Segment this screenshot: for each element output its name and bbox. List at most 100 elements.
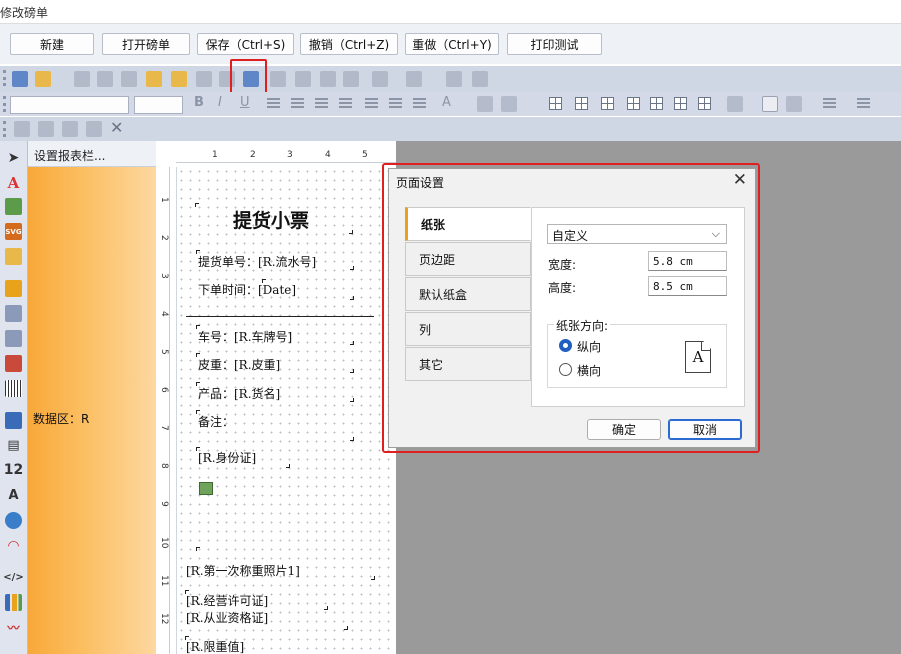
sparkline-icon[interactable]: 〰	[5, 619, 22, 636]
field-weight-limit[interactable]: [R.限重值]	[186, 638, 244, 654]
map-globe-icon[interactable]	[5, 512, 22, 529]
bold-icon[interactable]: B	[194, 95, 204, 110]
select-arrow-icon[interactable]: ➤	[5, 149, 22, 166]
align-center-icon[interactable]	[291, 98, 304, 109]
checkbox-object-icon[interactable]	[5, 412, 22, 429]
print-preview-icon[interactable]	[121, 71, 137, 87]
calendar-object-icon[interactable]	[5, 355, 22, 372]
height-input[interactable]: 8.5 cm	[648, 276, 727, 296]
toolbar-grip[interactable]	[3, 96, 6, 112]
cross-tab-icon[interactable]	[5, 330, 22, 347]
paper-size-select[interactable]: 自定义 ⌵	[547, 224, 727, 244]
pointer-icon[interactable]	[14, 121, 30, 137]
border-right-icon[interactable]	[650, 97, 663, 110]
field-order-no[interactable]: 提货单号：[R.流水号]	[198, 253, 316, 270]
close-icon[interactable]: ✕	[733, 170, 747, 190]
ungroup-icon[interactable]	[472, 71, 488, 87]
border-shadow-icon[interactable]	[698, 97, 711, 110]
border-all-icon[interactable]	[549, 97, 562, 110]
landscape-label[interactable]: 横向	[577, 362, 601, 379]
cancel-button[interactable]: 取消	[668, 419, 742, 440]
undo-arrow-icon[interactable]	[372, 71, 388, 87]
print-test-button[interactable]: 打印测试	[507, 33, 602, 55]
tab-paper-tray[interactable]: 默认纸盒	[405, 277, 531, 311]
copy-page-icon[interactable]	[196, 71, 212, 87]
field-order-time[interactable]: 下单时间：[Date]	[198, 281, 296, 298]
copy-icon[interactable]	[295, 71, 311, 87]
redo-button[interactable]: 重做（Ctrl+Y)	[405, 33, 499, 55]
arrow-line-icon[interactable]	[86, 121, 102, 137]
underline-icon[interactable]: U	[240, 95, 250, 110]
new-page-icon[interactable]	[146, 71, 162, 87]
open-folder-icon[interactable]	[35, 71, 51, 87]
save-disk-icon[interactable]	[74, 71, 90, 87]
font-name-select[interactable]	[10, 96, 129, 114]
report-title[interactable]: 提货小票	[233, 206, 309, 233]
tab-other[interactable]: 其它	[405, 347, 531, 381]
border-bottom-icon[interactable]	[601, 97, 614, 110]
tab-columns[interactable]: 列	[405, 312, 531, 346]
highlight-icon[interactable]	[477, 96, 493, 112]
field-business-license[interactable]: [R.经营许可证]	[186, 592, 268, 609]
fill-color-icon[interactable]	[727, 96, 743, 112]
field-remark[interactable]: 备注：	[198, 413, 234, 430]
line-tool-icon[interactable]	[38, 121, 54, 137]
frame-icon[interactable]	[762, 96, 778, 112]
field-weigh-photo[interactable]: [R.第一次称重照片1]	[186, 562, 300, 579]
shape-object-icon[interactable]	[5, 248, 22, 265]
rotate-icon[interactable]	[501, 96, 517, 112]
font-color-icon[interactable]: A	[442, 95, 451, 110]
number-object-icon[interactable]: 12	[4, 461, 23, 478]
barcode-icon[interactable]	[5, 380, 22, 397]
valign-top-icon[interactable]	[365, 98, 378, 109]
field-tare[interactable]: 皮重：[R.皮重]	[198, 356, 280, 373]
group-icon[interactable]	[446, 71, 462, 87]
italic-icon[interactable]: I	[218, 95, 222, 110]
border-top-icon[interactable]	[575, 97, 588, 110]
picture-placeholder-icon[interactable]	[199, 482, 213, 495]
format-painter-icon[interactable]	[343, 71, 359, 87]
add-band-icon[interactable]	[171, 71, 187, 87]
tab-margins[interactable]: 页边距	[405, 242, 531, 276]
save-button[interactable]: 保存（Ctrl+S)	[197, 33, 294, 55]
chart-object-icon[interactable]	[5, 594, 22, 611]
redo-arrow-icon[interactable]	[406, 71, 422, 87]
svg-object-icon[interactable]: SVG	[5, 223, 22, 240]
line-color-icon[interactable]	[786, 96, 802, 112]
table-object-icon[interactable]	[5, 305, 22, 322]
field-qualification-cert[interactable]: [R.从业资格证]	[186, 609, 268, 626]
justify-icon[interactable]	[339, 98, 352, 109]
field-plate-no[interactable]: 车号：[R.车牌号]	[198, 328, 292, 345]
portrait-radio[interactable]	[559, 339, 572, 352]
ok-button[interactable]: 确定	[587, 419, 661, 440]
new-button[interactable]: 新建	[10, 33, 94, 55]
data-band[interactable]: 数据区：R	[28, 167, 156, 654]
design-page[interactable]	[176, 167, 396, 654]
separator-line[interactable]	[186, 316, 374, 317]
field-id-card[interactable]: [R.身份证]	[198, 449, 256, 466]
font-size-select[interactable]	[134, 96, 183, 114]
landscape-radio[interactable]	[559, 363, 572, 376]
label-object-icon[interactable]: A	[5, 487, 22, 504]
band-header[interactable]: 设置报表栏...	[28, 141, 156, 167]
picture-object-icon[interactable]	[5, 198, 22, 215]
open-button[interactable]: 打开磅单	[102, 33, 190, 55]
close-x-icon[interactable]: ✕	[110, 118, 123, 137]
valign-bottom-icon[interactable]	[413, 98, 426, 109]
border-none-icon[interactable]	[674, 97, 687, 110]
gauge-icon[interactable]: ◠	[5, 537, 22, 554]
subreport-icon[interactable]	[5, 280, 22, 297]
field-product[interactable]: 产品：[R.货名]	[198, 385, 280, 402]
rich-text-icon[interactable]: ▤	[5, 437, 22, 454]
align-left-icon[interactable]	[267, 98, 280, 109]
valign-middle-icon[interactable]	[389, 98, 402, 109]
portrait-label[interactable]: 纵向	[577, 338, 601, 355]
tab-paper[interactable]: 纸张	[405, 207, 531, 241]
save-as-icon[interactable]	[97, 71, 113, 87]
html-code-icon[interactable]: </>	[3, 569, 23, 586]
border-left-icon[interactable]	[627, 97, 640, 110]
line-style-icon[interactable]	[857, 98, 870, 109]
width-input[interactable]: 5.8 cm	[648, 251, 727, 271]
new-report-icon[interactable]	[12, 71, 28, 87]
toolbar-grip[interactable]	[3, 70, 6, 86]
